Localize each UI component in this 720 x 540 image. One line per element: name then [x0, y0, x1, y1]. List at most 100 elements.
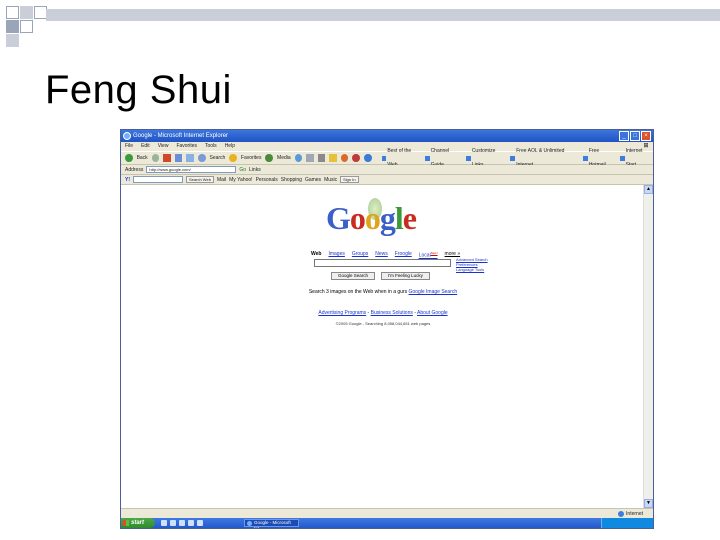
- logo-letter: l: [394, 200, 404, 236]
- google-logo: Google: [326, 200, 417, 237]
- ie-icon: [247, 521, 252, 526]
- toolbar-search-input[interactable]: [133, 176, 183, 183]
- back-label[interactable]: Back: [137, 151, 148, 165]
- favorites-icon[interactable]: [229, 154, 237, 162]
- system-tray: [601, 518, 653, 528]
- deco-square: [6, 6, 19, 19]
- slide-title: Feng Shui: [45, 68, 232, 112]
- window-titlebar: Google - Microsoft Internet Explorer _ □…: [121, 130, 653, 142]
- promo-message: Search 3 images on the Web when in a gur…: [308, 289, 409, 295]
- stop-icon[interactable]: [163, 154, 171, 162]
- search-icon[interactable]: [197, 154, 206, 162]
- tab-web[interactable]: Web: [311, 251, 321, 259]
- address-label: Address: [125, 166, 144, 173]
- logo-letter: g: [379, 200, 396, 236]
- quick-launch-icon[interactable]: [179, 520, 185, 526]
- quick-launch-icon[interactable]: [170, 520, 176, 526]
- close-button[interactable]: ×: [641, 131, 651, 141]
- quick-launch-icon[interactable]: [197, 520, 203, 526]
- logo-letter: G: [326, 200, 351, 236]
- toolbar-item-games[interactable]: Games: [305, 175, 321, 185]
- toolbar-item-shopping[interactable]: Shopping: [281, 175, 302, 185]
- logo-letter: e: [402, 200, 417, 236]
- deco-square: [20, 20, 33, 33]
- flower-icon[interactable]: [352, 154, 361, 162]
- address-bar: Address http://www.google.com/ Go Links: [121, 165, 653, 175]
- media-icon[interactable]: [265, 154, 274, 162]
- status-bar: Internet: [121, 508, 653, 518]
- feeling-lucky-button[interactable]: I'm Feeling Lucky: [381, 272, 430, 280]
- logo-letter: o: [349, 200, 366, 236]
- maximize-button[interactable]: □: [630, 131, 640, 141]
- business-link[interactable]: Business Solutions: [371, 310, 413, 316]
- taskbar-item-google[interactable]: Google - Microsoft Int...: [244, 519, 299, 528]
- new-badge: New!: [430, 251, 438, 255]
- favorites-label[interactable]: Favorites: [241, 151, 262, 165]
- home-icon[interactable]: [186, 154, 194, 162]
- copyright: ©2005 Google - Searching 8,058,044,651 w…: [335, 321, 431, 326]
- side-links: Advanced Search Preferences Language Too…: [456, 257, 488, 272]
- mail-icon[interactable]: [306, 154, 314, 162]
- ie-icon: [123, 132, 131, 140]
- start-button[interactable]: start: [121, 518, 155, 528]
- folder-icon[interactable]: [329, 154, 337, 162]
- search-tabs: Web Images Groups News Froogle LocalNew!…: [311, 251, 460, 259]
- tab-news[interactable]: News: [375, 251, 388, 259]
- menu-favorites[interactable]: Favorites: [176, 142, 197, 151]
- history-icon[interactable]: [294, 154, 303, 162]
- menu-file[interactable]: File: [125, 142, 133, 151]
- quick-launch: [161, 520, 203, 526]
- language-tools-link[interactable]: Language Tools: [456, 267, 488, 272]
- tab-froogle[interactable]: Froogle: [395, 251, 412, 259]
- footer-links: Advertising Programs - Business Solution…: [318, 310, 448, 316]
- toolbar-item-my-yahoo[interactable]: My Yahoo!: [229, 175, 252, 185]
- advertising-link[interactable]: Advertising Programs: [318, 310, 366, 316]
- scroll-down-icon[interactable]: ▼: [644, 499, 653, 508]
- tab-groups[interactable]: Groups: [352, 251, 368, 259]
- google-search-button[interactable]: Google Search: [331, 272, 376, 280]
- promo-text: Search 3 images on the Web when in a gur…: [121, 289, 645, 295]
- menu-edit[interactable]: Edit: [141, 142, 150, 151]
- toolbar-item-mail[interactable]: Mail: [217, 175, 226, 185]
- vertical-scrollbar[interactable]: ▲ ▼: [643, 185, 653, 508]
- window-title: Google - Microsoft Internet Explorer: [133, 133, 229, 139]
- yahoo-logo-icon: Y!: [125, 176, 130, 183]
- about-link[interactable]: About Google: [417, 310, 448, 316]
- quick-launch-icon[interactable]: [161, 520, 167, 526]
- search-label[interactable]: Search: [210, 151, 226, 165]
- menu-help[interactable]: Help: [225, 142, 235, 151]
- windows-flag-icon: [123, 520, 129, 526]
- discuss-icon[interactable]: [364, 154, 372, 162]
- print-icon[interactable]: [317, 154, 326, 162]
- standard-toolbar: Back Search Favorites Media Best of the …: [121, 148, 653, 168]
- menu-view[interactable]: View: [158, 142, 169, 151]
- scroll-up-icon[interactable]: ▲: [644, 185, 653, 194]
- address-input[interactable]: http://www.google.com/: [146, 166, 237, 173]
- toolbar-item-personals[interactable]: Personals: [256, 175, 278, 185]
- search-web-button[interactable]: Search Web: [186, 176, 214, 183]
- page-content: Google Web Images Groups News Froogle Lo…: [121, 185, 645, 508]
- globe-icon: [618, 511, 625, 517]
- deco-square: [6, 34, 19, 47]
- search-buttons: Google Search I'm Feeling Lucky: [331, 272, 430, 280]
- deco-square: [20, 6, 33, 19]
- minimize-button[interactable]: _: [619, 131, 629, 141]
- browser-window: Google - Microsoft Internet Explorer _ □…: [120, 129, 654, 529]
- slide-top-bar: [46, 9, 720, 21]
- go-button[interactable]: Go: [239, 165, 246, 175]
- forward-icon[interactable]: [151, 154, 160, 162]
- menu-tools[interactable]: Tools: [205, 142, 217, 151]
- toolbar-item-music[interactable]: Music: [324, 175, 337, 185]
- google-toolbar: Y! Search Web Mail My Yahoo! Personals S…: [121, 175, 653, 185]
- tab-images[interactable]: Images: [328, 251, 344, 259]
- links-label[interactable]: Links: [249, 165, 261, 175]
- image-search-link[interactable]: Google Image Search: [409, 289, 458, 295]
- tab-local[interactable]: LocalNew!: [419, 251, 438, 259]
- messenger-icon[interactable]: [340, 154, 349, 162]
- refresh-icon[interactable]: [174, 154, 183, 162]
- back-icon[interactable]: [125, 154, 133, 162]
- media-label[interactable]: Media: [277, 151, 291, 165]
- sign-in-button[interactable]: Sign In: [340, 176, 359, 183]
- quick-launch-icon[interactable]: [188, 520, 194, 526]
- google-search-input[interactable]: [314, 259, 451, 267]
